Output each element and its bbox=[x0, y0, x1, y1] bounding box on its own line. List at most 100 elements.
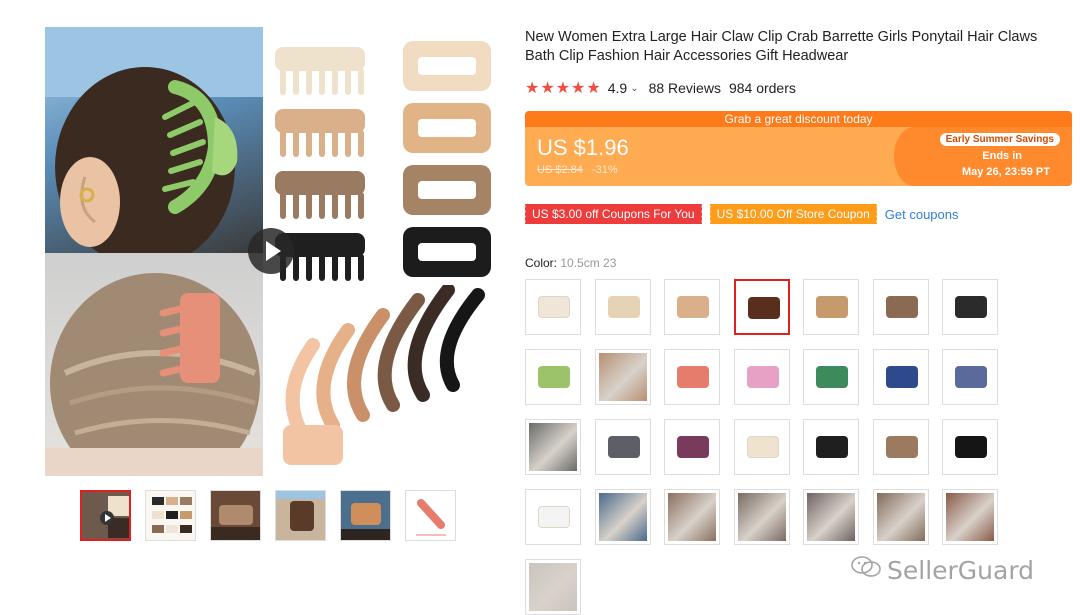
photo-black-clip-icon bbox=[529, 423, 577, 471]
color-swatch[interactable] bbox=[525, 349, 581, 405]
color-swatch[interactable] bbox=[803, 489, 859, 545]
current-price: US $1.96 bbox=[537, 135, 629, 160]
orders-count: 984 orders bbox=[728, 80, 796, 96]
color-swatch[interactable] bbox=[734, 419, 790, 475]
claw-clip-mocha-icon bbox=[886, 296, 918, 318]
color-swatch[interactable] bbox=[525, 489, 581, 545]
thumbnail-3[interactable] bbox=[210, 490, 261, 541]
thumb-hair-1-icon bbox=[211, 491, 260, 540]
color-swatch[interactable] bbox=[595, 419, 651, 475]
photo-blue-brown-icon bbox=[599, 493, 647, 541]
photo-mixed-1-icon bbox=[668, 493, 716, 541]
color-swatch[interactable] bbox=[803, 279, 859, 335]
color-swatch[interactable] bbox=[873, 279, 929, 335]
color-swatch[interactable] bbox=[873, 489, 929, 545]
claw-clip-caramel-icon bbox=[816, 296, 848, 318]
color-swatch[interactable] bbox=[942, 419, 998, 475]
claw-clip-plum-icon bbox=[677, 436, 709, 458]
color-swatch[interactable] bbox=[525, 419, 581, 475]
color-swatch[interactable] bbox=[595, 279, 651, 335]
color-label-text: Color: bbox=[525, 256, 558, 270]
store-coupon[interactable]: US $10.00 Off Store Coupon bbox=[708, 204, 877, 224]
play-video-button[interactable] bbox=[248, 228, 294, 274]
photo-clip-stack bbox=[263, 285, 503, 476]
play-icon bbox=[266, 241, 281, 261]
claw-clip-cream-icon bbox=[538, 296, 570, 318]
photo-mixed-2-icon bbox=[738, 493, 786, 541]
coupon-row: US $3.00 off Coupons For You US $10.00 O… bbox=[524, 204, 959, 224]
claw-clip-black-open-icon bbox=[955, 436, 987, 458]
claw-clip-coral-icon bbox=[677, 366, 709, 388]
photo-mixed-3-icon bbox=[807, 493, 855, 541]
thumb-main-icon bbox=[82, 492, 129, 539]
claw-clip-black-icon bbox=[955, 296, 987, 318]
color-swatch[interactable] bbox=[942, 279, 998, 335]
price-banner: Grab a great discount today US $1.96 US … bbox=[525, 111, 1072, 186]
claw-clip-green-icon bbox=[538, 366, 570, 388]
thumbnail-4[interactable] bbox=[275, 490, 326, 541]
get-coupons-link[interactable]: Get coupons bbox=[885, 207, 959, 222]
photo-mixed-4-icon bbox=[877, 493, 925, 541]
color-swatch[interactable] bbox=[942, 489, 998, 545]
photo-pink-clip-model bbox=[45, 253, 263, 476]
color-swatch[interactable] bbox=[942, 349, 998, 405]
rating-row: ★★★★★ 4.9 ⌄ 88 Reviews 984 orders bbox=[525, 78, 796, 98]
watermark: SellerGuard bbox=[851, 555, 1034, 585]
color-swatch[interactable] bbox=[873, 419, 929, 475]
thumbnail-6[interactable] bbox=[405, 490, 456, 541]
photo-green-clip-model bbox=[45, 27, 263, 253]
color-swatch[interactable] bbox=[525, 559, 581, 615]
wechat-icon bbox=[851, 555, 881, 585]
thumb-size-icon bbox=[406, 491, 455, 540]
chevron-down-icon[interactable]: ⌄ bbox=[630, 83, 638, 94]
product-title: New Women Extra Large Hair Claw Clip Cra… bbox=[525, 29, 1038, 64]
thumbnail-1[interactable] bbox=[80, 490, 131, 541]
color-swatch[interactable] bbox=[734, 349, 790, 405]
discount-percent: -31% bbox=[591, 164, 618, 176]
discount-banner-text: Grab a great discount today bbox=[525, 111, 1072, 127]
claw-clip-slate-icon bbox=[955, 366, 987, 388]
photo-clip-color-grid bbox=[263, 27, 503, 285]
color-swatch[interactable] bbox=[803, 419, 859, 475]
promo-ends-label: Ends in bbox=[982, 150, 1022, 162]
color-swatch[interactable] bbox=[664, 279, 720, 335]
main-product-image[interactable] bbox=[45, 27, 503, 476]
photo-pastel-set-icon bbox=[599, 353, 647, 401]
claw-clip-brown-rect-icon bbox=[886, 436, 918, 458]
claw-clip-emerald-icon bbox=[816, 366, 848, 388]
promo-end-date: May 26, 23:59 PT bbox=[961, 166, 1050, 178]
coupon-for-you[interactable]: US $3.00 off Coupons For You bbox=[524, 204, 702, 224]
claw-clip-pink-icon bbox=[747, 366, 779, 388]
claw-clip-tan-icon bbox=[677, 296, 709, 318]
color-swatch[interactable] bbox=[664, 489, 720, 545]
claw-clip-grey-icon bbox=[608, 436, 640, 458]
color-swatch[interactable] bbox=[734, 279, 790, 335]
color-swatch[interactable] bbox=[595, 489, 651, 545]
color-swatch[interactable] bbox=[525, 279, 581, 335]
claw-clip-brown-photo-icon bbox=[946, 493, 994, 541]
thumbnail-2[interactable] bbox=[145, 490, 196, 541]
claw-clip-black-rect-icon bbox=[816, 436, 848, 458]
color-swatch[interactable] bbox=[664, 349, 720, 405]
color-swatch[interactable] bbox=[734, 489, 790, 545]
color-label: Color: 10.5cm 23 bbox=[525, 256, 616, 270]
color-swatch[interactable] bbox=[803, 349, 859, 405]
color-swatch[interactable] bbox=[664, 419, 720, 475]
claw-clip-tortoise-icon bbox=[748, 297, 780, 319]
thumbnail-5[interactable] bbox=[340, 490, 391, 541]
original-price: US $2.84 bbox=[537, 164, 583, 176]
rating-score[interactable]: 4.9 bbox=[608, 80, 627, 96]
color-swatch[interactable] bbox=[873, 349, 929, 405]
reviews-count-link[interactable]: 88 Reviews bbox=[649, 80, 721, 96]
claw-clip-multi-icon bbox=[608, 296, 640, 318]
photo-hand-clip-icon bbox=[529, 563, 577, 611]
original-price-row: US $2.84 -31% bbox=[537, 164, 618, 176]
claw-clip-ivory-icon bbox=[747, 436, 779, 458]
thumb-hair-2-icon bbox=[276, 491, 325, 540]
color-swatch[interactable] bbox=[595, 349, 651, 405]
promo-tag: Early Summer Savings bbox=[939, 133, 1060, 146]
claw-clip-white-icon bbox=[538, 506, 570, 528]
claw-clip-navy-icon bbox=[886, 366, 918, 388]
thumb-hair-3-icon bbox=[341, 491, 390, 540]
watermark-text: SellerGuard bbox=[887, 555, 1035, 585]
